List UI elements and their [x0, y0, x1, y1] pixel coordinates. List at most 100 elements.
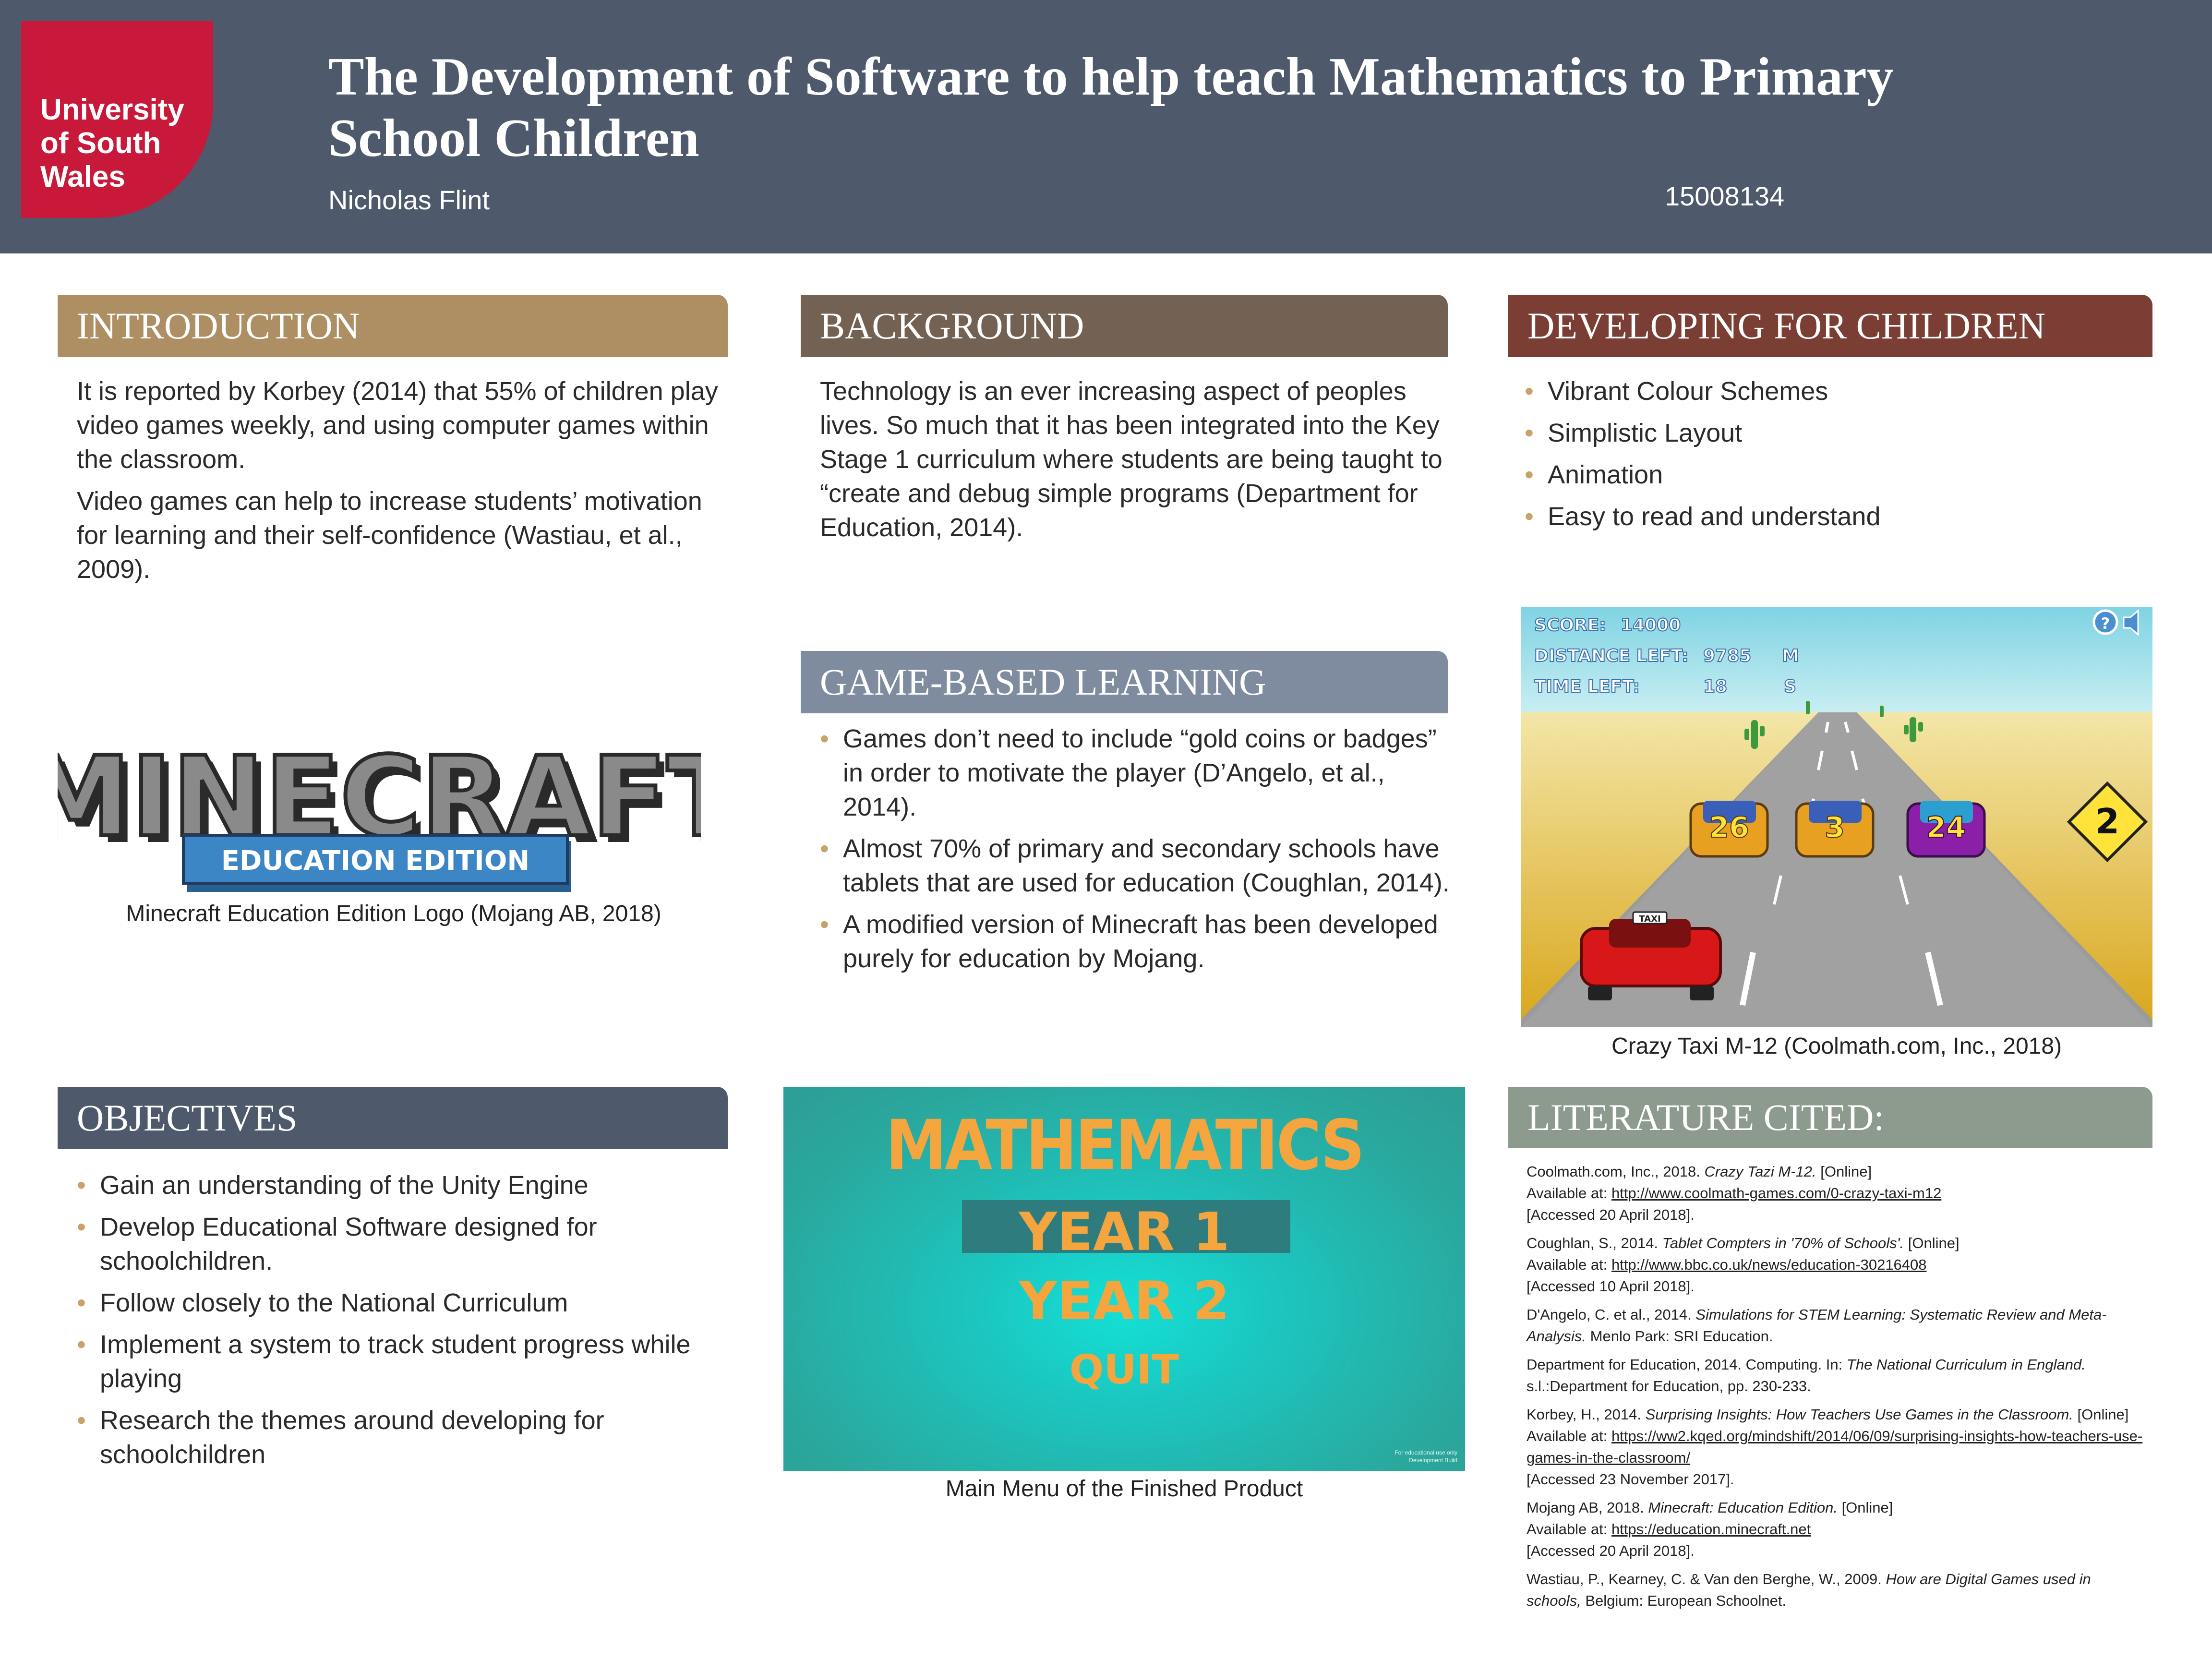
bullet-dot: • [77, 1171, 86, 1200]
ref-text: [Accessed 10 April 2018]. [1527, 1278, 1695, 1295]
introduction-heading: INTRODUCTION [58, 295, 728, 357]
ref-link[interactable]: https://education.minecraft.net [1611, 1521, 1811, 1538]
bullet-dot: • [77, 1288, 86, 1317]
bullet-text: A modified version of Minecraft has been… [843, 910, 1438, 973]
education-edition-text: EDUCATION EDITION [221, 845, 529, 877]
author-name: Nicholas Flint [328, 185, 490, 215]
bullet-dot: • [77, 1406, 86, 1435]
taxi-sign-text: TAXI [1639, 914, 1660, 924]
ref-text: [Online] [1837, 1499, 1893, 1516]
bullet-text: Implement a system to track student prog… [100, 1330, 691, 1393]
ref-title: The National Curriculum in England. [1846, 1356, 2086, 1373]
university-logo-text: University of South Wales [40, 93, 184, 193]
reference-item: Mojang AB, 2018. Minecraft: Education Ed… [1527, 1497, 2146, 1562]
bullet-dot: • [1525, 419, 1534, 447]
ref-title: Minecraft: Education Edition. [1648, 1499, 1838, 1516]
crazy-taxi-screenshot: SCORE: 14000 DISTANCE LEFT: 9785 M TIME … [1521, 607, 2152, 1027]
ref-title: Tablet Compters in '70% of Schools'. [1662, 1235, 1904, 1251]
ref-text: Korbey, H., 2014. [1527, 1406, 1646, 1423]
developing-body: • Vibrant Colour Schemes • Simplistic Layo… [1525, 374, 2149, 541]
reference-item: Korbey, H., 2014. Surprising Insights: H… [1527, 1404, 2146, 1490]
bullet-dot: • [1525, 502, 1534, 531]
list-item: • Almost 70% of primary and secondary sch… [820, 832, 1454, 900]
reference-item: Wastiau, P., Kearney, C. & Van den Bergh… [1527, 1568, 2146, 1611]
ref-text: Available at: [1527, 1256, 1611, 1273]
menu-footer-line: Development Build [1409, 1457, 1457, 1464]
bullet-dot: • [77, 1330, 86, 1359]
enemy-car-right: 24 [1906, 801, 1986, 858]
bullet-dot: • [820, 724, 829, 753]
list-item: • Research the themes around developing f… [77, 1404, 730, 1472]
sign-number: 2 [2095, 801, 2119, 842]
objectives-body: • Gain an understanding of the Unity Engi… [77, 1168, 730, 1479]
minecraft-caption: Minecraft Education Edition Logo (Mojang… [126, 901, 661, 926]
ref-text: Available at: [1527, 1185, 1611, 1202]
introduction-paragraph: Video games can help to increase student… [77, 487, 702, 584]
main-menu-screenshot: MATHEMATICS YEAR 1 YEAR 2 QUIT For educa… [783, 1087, 1465, 1471]
literature-heading: LITERATURE CITED: [1508, 1087, 2152, 1148]
bullet-text: Follow closely to the National Curriculu… [100, 1288, 568, 1317]
ref-text: [Accessed 23 November 2017]. [1527, 1471, 1734, 1488]
reference-list: Coolmath.com, Inc., 2018. Crazy Tazi M-1… [1527, 1161, 2146, 1618]
ref-text: Mojang AB, 2018. [1527, 1499, 1648, 1516]
bullet-dot: • [1525, 460, 1534, 489]
introduction-paragraph: It is reported by Korbey (2014) that 55%… [77, 377, 718, 474]
crazy-taxi-caption: Crazy Taxi M-12 (Coolmath.com, Inc., 201… [1611, 1034, 2062, 1059]
score-value: 14000 [1621, 615, 1681, 635]
bullet-text: Easy to read and understand [1548, 502, 1881, 531]
distance-label: DISTANCE LEFT: [1534, 646, 1689, 666]
list-item: • Simplistic Layout [1525, 416, 2149, 450]
menu-year-1-button[interactable]: YEAR 1 [783, 1201, 1465, 1262]
ref-text: Menlo Park: SRI Education. [1586, 1328, 1773, 1345]
enemy-car-left: 26 [1689, 801, 1769, 858]
list-item: • Implement a system to track student pro… [77, 1328, 730, 1396]
ref-text: [Online] [2073, 1406, 2129, 1423]
poster-header: University of South Wales The Developmen… [0, 0, 2212, 253]
ref-text: Wastiau, P., Kearney, C. & Van den Bergh… [1527, 1571, 1886, 1587]
bullet-dot: • [77, 1213, 86, 1241]
student-id: 15008134 [1665, 181, 1785, 211]
ref-link[interactable]: http://www.coolmath-games.com/0-crazy-ta… [1611, 1185, 1941, 1202]
minecraft-education-logo: MINECRAFT MINECRAFT EDUCATION EDITION [58, 739, 701, 892]
ref-text: Available at: [1527, 1428, 1611, 1444]
ref-text: Belgium: European Schoolnet. [1581, 1592, 1787, 1609]
time-label: TIME LEFT: [1534, 677, 1640, 697]
ref-text: D'Angelo, C. et al., 2014. [1527, 1306, 1696, 1323]
svg-text:?: ? [2101, 614, 2110, 633]
reference-item: Department for Education, 2014. Computin… [1527, 1354, 2146, 1397]
bullet-text: Vibrant Colour Schemes [1548, 377, 1828, 406]
ref-text: Department for Education, 2014. Computin… [1527, 1356, 1847, 1373]
score-label: SCORE: [1534, 615, 1606, 635]
ref-link[interactable]: http://www.bbc.co.uk/news/education-3021… [1611, 1256, 1927, 1273]
bullet-text: Animation [1548, 460, 1663, 489]
car-number: 24 [1926, 811, 1966, 844]
poster-title: The Development of Software to help teac… [328, 47, 1894, 168]
ref-link[interactable]: https://ww2.kqed.org/mindshift/2014/06/0… [1527, 1428, 2142, 1466]
game-based-heading: GAME-BASED LEARNING [801, 651, 1448, 713]
list-item: • Develop Educational Software designed f… [77, 1210, 730, 1278]
introduction-body: It is reported by Korbey (2014) that 55%… [77, 374, 730, 594]
reference-item: D'Angelo, C. et al., 2014. Simulations f… [1527, 1304, 2146, 1347]
ref-text: Available at: [1527, 1521, 1611, 1538]
ref-text: Coughlan, S., 2014. [1527, 1235, 1662, 1251]
list-item: • Gain an understanding of the Unity Engi… [77, 1168, 730, 1202]
bullet-text: Develop Educational Software designed fo… [100, 1213, 597, 1275]
menu-title: MATHEMATICS [885, 1106, 1365, 1186]
time-value: 18 [1703, 677, 1727, 697]
university-logo: University of South Wales [21, 21, 213, 218]
bullet-text: Simplistic Layout [1548, 419, 1743, 447]
list-item: • Games don’t need to include “gold coins… [820, 722, 1454, 824]
enemy-car-middle: 3 [1795, 801, 1875, 858]
list-item: • Follow closely to the National Curricul… [77, 1286, 730, 1320]
reference-item: Coolmath.com, Inc., 2018. Crazy Tazi M-1… [1527, 1161, 2146, 1226]
distance-value: 9785 [1703, 646, 1751, 666]
menu-quit-button[interactable]: QUIT [783, 1346, 1465, 1393]
menu-footer-line: For educational use only [1395, 1449, 1457, 1456]
distance-unit: M [1782, 646, 1799, 666]
help-icon[interactable]: ? [2092, 609, 2118, 635]
list-item: • A modified version of Minecraft has bee… [820, 908, 1454, 976]
ref-text: [Online] [1904, 1235, 1960, 1251]
menu-year-2-button[interactable]: YEAR 2 [783, 1270, 1465, 1332]
ref-title: Crazy Tazi M-12. [1704, 1163, 1816, 1180]
time-unit: S [1784, 677, 1796, 697]
